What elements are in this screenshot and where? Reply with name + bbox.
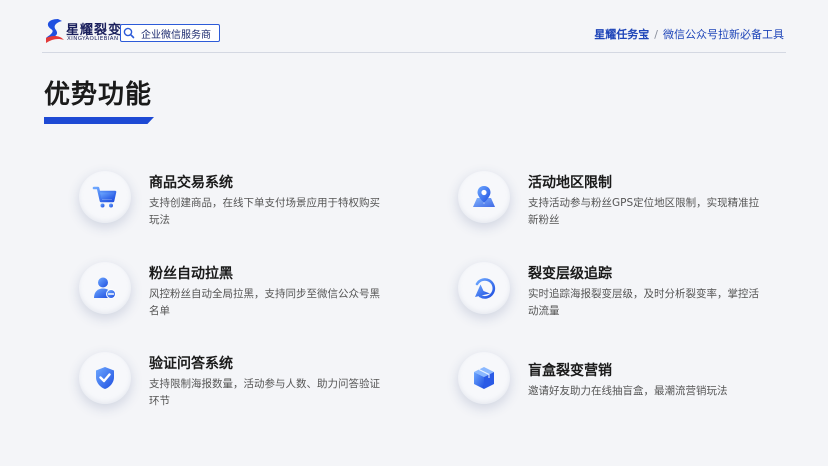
feature-item: 商品交易系统 支持创建商品，在线下单支付场景应用于特权购买玩法 — [79, 171, 399, 241]
feature-description: 支持限制海报数量，活动参与人数、助力问答验证环节 — [149, 378, 380, 407]
feature-item: 裂变层级追踪 实时追踪海报裂变层级，及时分析裂变率，掌控活动流量 — [458, 262, 778, 332]
feature-icon-circle — [458, 352, 510, 404]
feature-icon-circle — [79, 262, 131, 314]
title-underline — [44, 117, 154, 124]
header: 星耀裂变 XINGYAOLIEBIAN 企业微信服务商 星耀任务宝 / 微信公众号拉… — [0, 0, 828, 52]
service-provider-badge: 企业微信服务商 — [120, 24, 220, 42]
blind-box-icon — [474, 367, 494, 389]
badge-label: 企业微信服务商 — [141, 29, 211, 41]
shopping-cart-icon — [92, 186, 117, 208]
feature-icon-circle — [458, 171, 510, 223]
logo-subtitle: XINGYAOLIEBIAN — [67, 36, 119, 42]
header-divider — [42, 52, 786, 53]
user-block-icon — [94, 277, 116, 299]
product-name: 星耀任务宝 — [594, 28, 650, 41]
map-location-icon — [473, 186, 495, 207]
feature-item: 验证问答系统 支持限制海报数量，活动参与人数、助力问答验证环节 — [79, 352, 399, 422]
feature-title: 商品交易系统 — [149, 175, 233, 191]
tracking-arrow-icon — [475, 278, 496, 299]
feature-description: 支持创建商品，在线下单支付场景应用于特权购买玩法 — [149, 197, 380, 226]
header-slogan: 星耀任务宝 / 微信公众号拉新必备工具 — [594, 26, 784, 42]
feature-description: 风控粉丝自动全局拉黑，支持同步至微信公众号黑名单 — [149, 288, 380, 317]
separator: / — [654, 28, 658, 41]
feature-icon-circle — [79, 171, 131, 223]
search-icon — [121, 25, 137, 41]
feature-icon-circle — [458, 262, 510, 314]
feature-item: 盲盒裂变营销 邀请好友助力在线抽盲盒，最潮流营销玩法 — [458, 352, 778, 422]
feature-title: 活动地区限制 — [528, 175, 612, 191]
feature-title: 裂变层级追踪 — [528, 266, 612, 282]
feature-item: 活动地区限制 支持活动参与粉丝GPS定位地区限制，实现精准拉新粉丝 — [458, 171, 778, 241]
feature-item: 粉丝自动拉黑 风控粉丝自动全局拉黑，支持同步至微信公众号黑名单 — [79, 262, 399, 332]
feature-title: 粉丝自动拉黑 — [149, 266, 233, 282]
product-slogan: 微信公众号拉新必备工具 — [663, 28, 784, 41]
feature-icon-circle — [79, 352, 131, 404]
feature-title: 验证问答系统 — [149, 356, 233, 372]
logo-mark-icon — [46, 19, 64, 43]
feature-description: 实时追踪海报裂变层级，及时分析裂变率，掌控活动流量 — [528, 288, 759, 317]
shield-check-icon — [96, 367, 114, 389]
page-title: 优势功能 — [44, 80, 153, 110]
feature-title: 盲盒裂变营销 — [528, 363, 612, 379]
logo: 星耀裂变 XINGYAOLIEBIAN — [42, 16, 124, 46]
feature-description: 支持活动参与粉丝GPS定位地区限制，实现精准拉新粉丝 — [528, 197, 760, 226]
feature-description: 邀请好友助力在线抽盲盒，最潮流营销玩法 — [528, 385, 728, 397]
